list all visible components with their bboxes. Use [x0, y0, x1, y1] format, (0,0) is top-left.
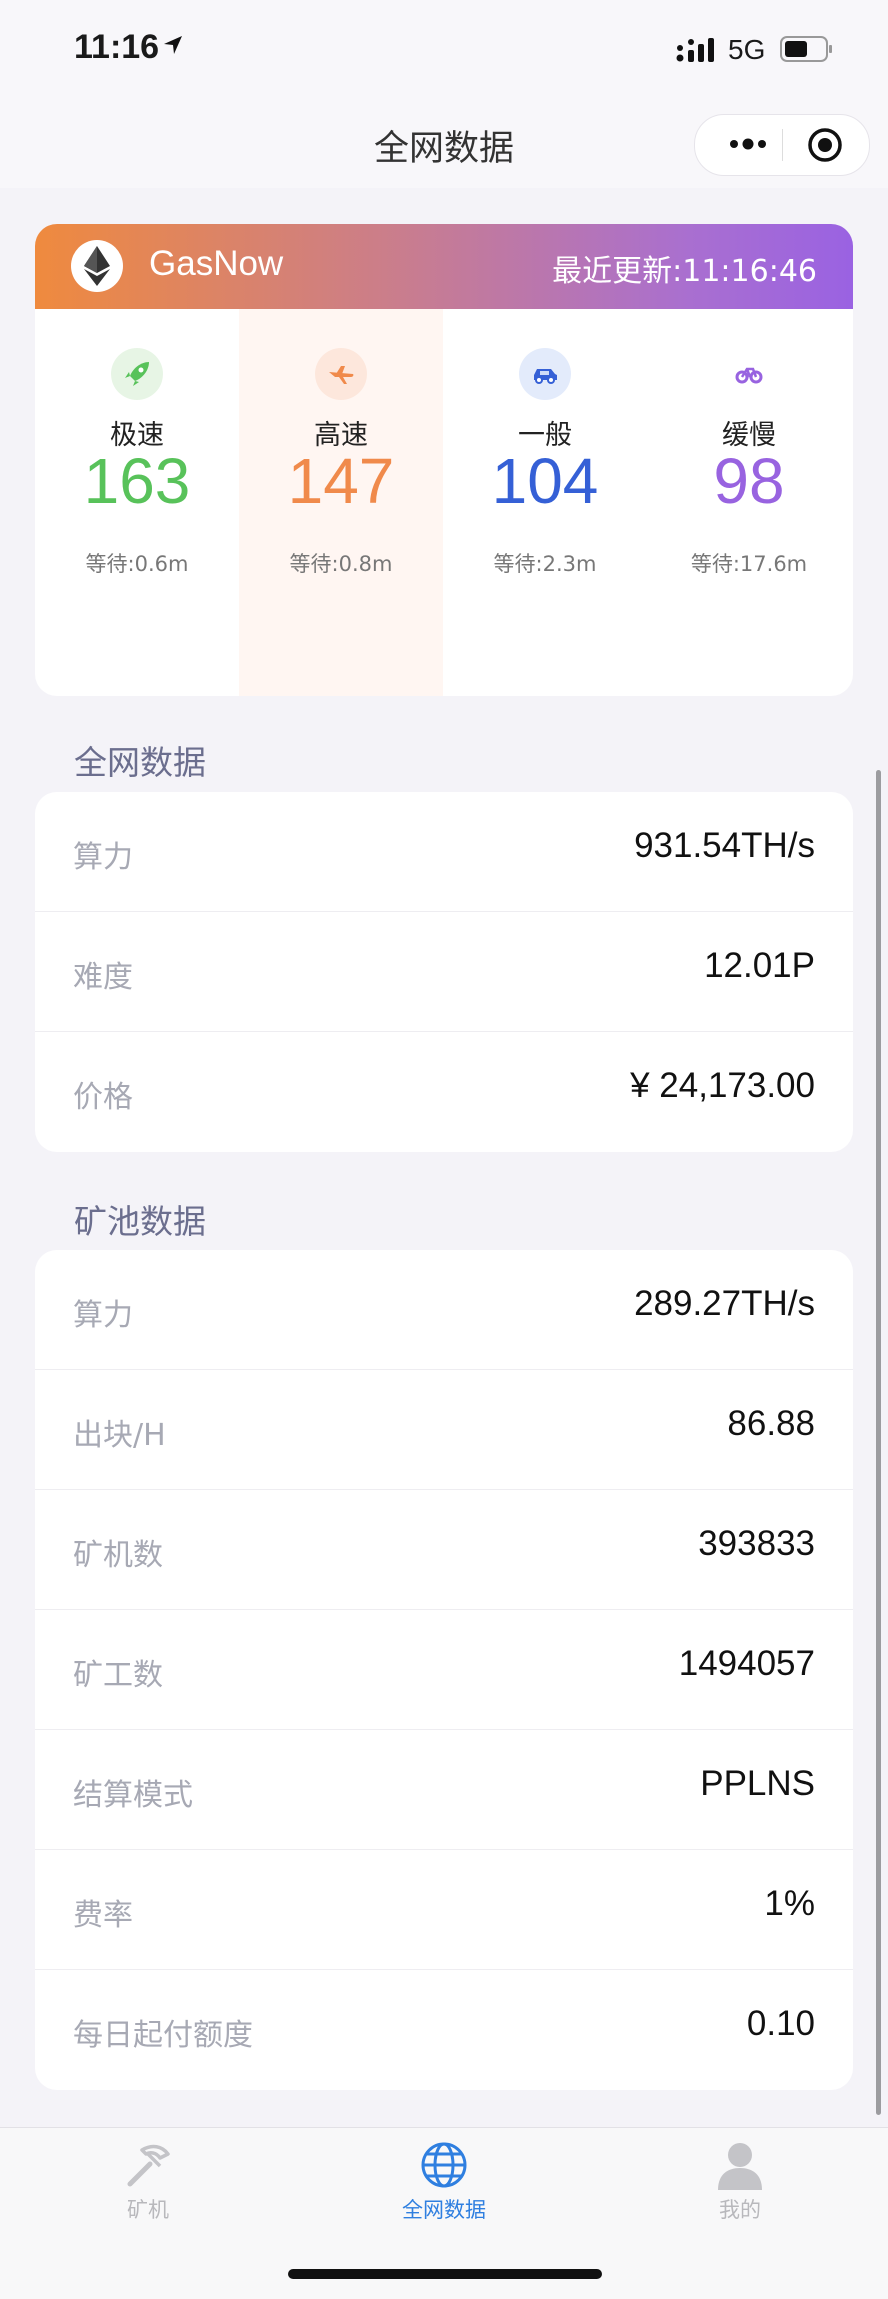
row-label: 出块/H — [73, 1418, 166, 1453]
row-value: 931.54TH/s — [634, 826, 815, 865]
list-item: 难度 12.01P — [35, 912, 853, 1032]
ethereum-logo-icon — [71, 240, 123, 292]
gas-option-price: 98 — [713, 445, 785, 517]
tab-network-data[interactable]: 全网数据 — [296, 2128, 592, 2248]
gas-header: GasNow 最近更新:11:16:46 — [35, 224, 853, 309]
gas-option-price: 104 — [491, 445, 599, 517]
gas-card: GasNow 最近更新:11:16:46 极速 163 等待:0.6m 高速 1… — [35, 224, 853, 696]
pickaxe-icon — [127, 2144, 170, 2187]
more-icon[interactable] — [725, 129, 771, 159]
gas-option-fast[interactable]: 高速 147 等待:0.8m — [239, 309, 443, 696]
gas-option-fastest[interactable]: 极速 163 等待:0.6m — [35, 309, 239, 696]
tab-label: 全网数据 — [402, 2198, 486, 2222]
row-label: 价格 — [73, 1080, 133, 1115]
status-time: 11:16 — [74, 28, 160, 66]
row-label: 费率 — [73, 1898, 133, 1933]
bicycle-icon — [723, 348, 775, 400]
gas-updated-time: 最近更新:11:16:46 — [552, 254, 817, 289]
row-value: 1494057 — [678, 1644, 815, 1683]
list-item: 矿机数 393833 — [35, 1490, 853, 1610]
pool-section-title: 矿池数据 — [74, 1202, 206, 1241]
list-item: 矿工数 1494057 — [35, 1610, 853, 1730]
list-item: 算力 289.27TH/s — [35, 1250, 853, 1370]
row-value: PPLNS — [700, 1764, 815, 1803]
scrollbar[interactable] — [876, 770, 881, 2115]
gas-option-slow[interactable]: 缓慢 98 等待:17.6m — [647, 309, 851, 696]
row-label: 矿工数 — [73, 1658, 163, 1693]
row-label: 难度 — [73, 960, 133, 995]
row-value: 12.01P — [704, 946, 815, 985]
tab-me[interactable]: 我的 — [592, 2128, 888, 2248]
airplane-icon — [315, 348, 367, 400]
gas-option-price: 163 — [83, 445, 191, 517]
network-type: 5G — [728, 34, 766, 65]
pool-data-card: 算力 289.27TH/s 出块/H 86.88 矿机数 393833 矿工数 … — [35, 1250, 853, 2090]
row-value: 86.88 — [727, 1404, 815, 1443]
car-icon — [519, 348, 571, 400]
row-label: 每日起付额度 — [73, 2018, 253, 2053]
gas-option-price: 147 — [287, 445, 395, 517]
gas-option-normal[interactable]: 一般 104 等待:2.3m — [443, 309, 647, 696]
gas-brand: GasNow — [149, 244, 284, 283]
rocket-icon — [111, 348, 163, 400]
user-icon — [718, 2143, 762, 2190]
gas-option-wait: 等待:0.6m — [85, 552, 189, 576]
list-item: 价格 ¥ 24,173.00 — [35, 1032, 853, 1152]
miniprogram-capsule — [694, 114, 870, 176]
battery-icon — [780, 36, 832, 62]
row-label: 矿机数 — [73, 1538, 163, 1573]
location-arrow-icon — [164, 36, 182, 54]
tab-label: 矿机 — [127, 2198, 169, 2222]
gas-option-wait: 等待:0.8m — [289, 552, 393, 576]
nav-bar: 全网数据 — [0, 100, 888, 188]
home-indicator[interactable] — [288, 2269, 602, 2279]
gas-option-wait: 等待:17.6m — [690, 552, 808, 576]
gas-option-wait: 等待:2.3m — [493, 552, 597, 576]
row-label: 结算模式 — [73, 1778, 193, 1813]
list-item: 费率 1% — [35, 1850, 853, 1970]
list-item: 结算模式 PPLNS — [35, 1730, 853, 1850]
row-label: 算力 — [73, 840, 133, 875]
row-value: 1% — [764, 1884, 815, 1923]
row-label: 算力 — [73, 1298, 133, 1333]
list-item: 每日起付额度 0.10 — [35, 1970, 853, 2090]
row-value: 0.10 — [746, 2004, 815, 2043]
globe-icon — [421, 2142, 467, 2188]
row-value: 289.27TH/s — [634, 1284, 815, 1323]
network-section-title: 全网数据 — [74, 743, 206, 782]
row-value: 393833 — [698, 1524, 815, 1563]
row-value: ¥ 24,173.00 — [630, 1066, 815, 1105]
network-data-card: 算力 931.54TH/s 难度 12.01P 价格 ¥ 24,173.00 — [35, 792, 853, 1152]
tab-label: 我的 — [719, 2198, 761, 2222]
list-item: 算力 931.54TH/s — [35, 792, 853, 912]
capsule-divider — [782, 129, 783, 161]
tab-miner[interactable]: 矿机 — [0, 2128, 296, 2248]
signal-icon — [676, 38, 714, 62]
status-bar: 11:16 5G — [0, 0, 888, 100]
list-item: 出块/H 86.88 — [35, 1370, 853, 1490]
close-miniprogram-icon[interactable] — [807, 127, 843, 163]
